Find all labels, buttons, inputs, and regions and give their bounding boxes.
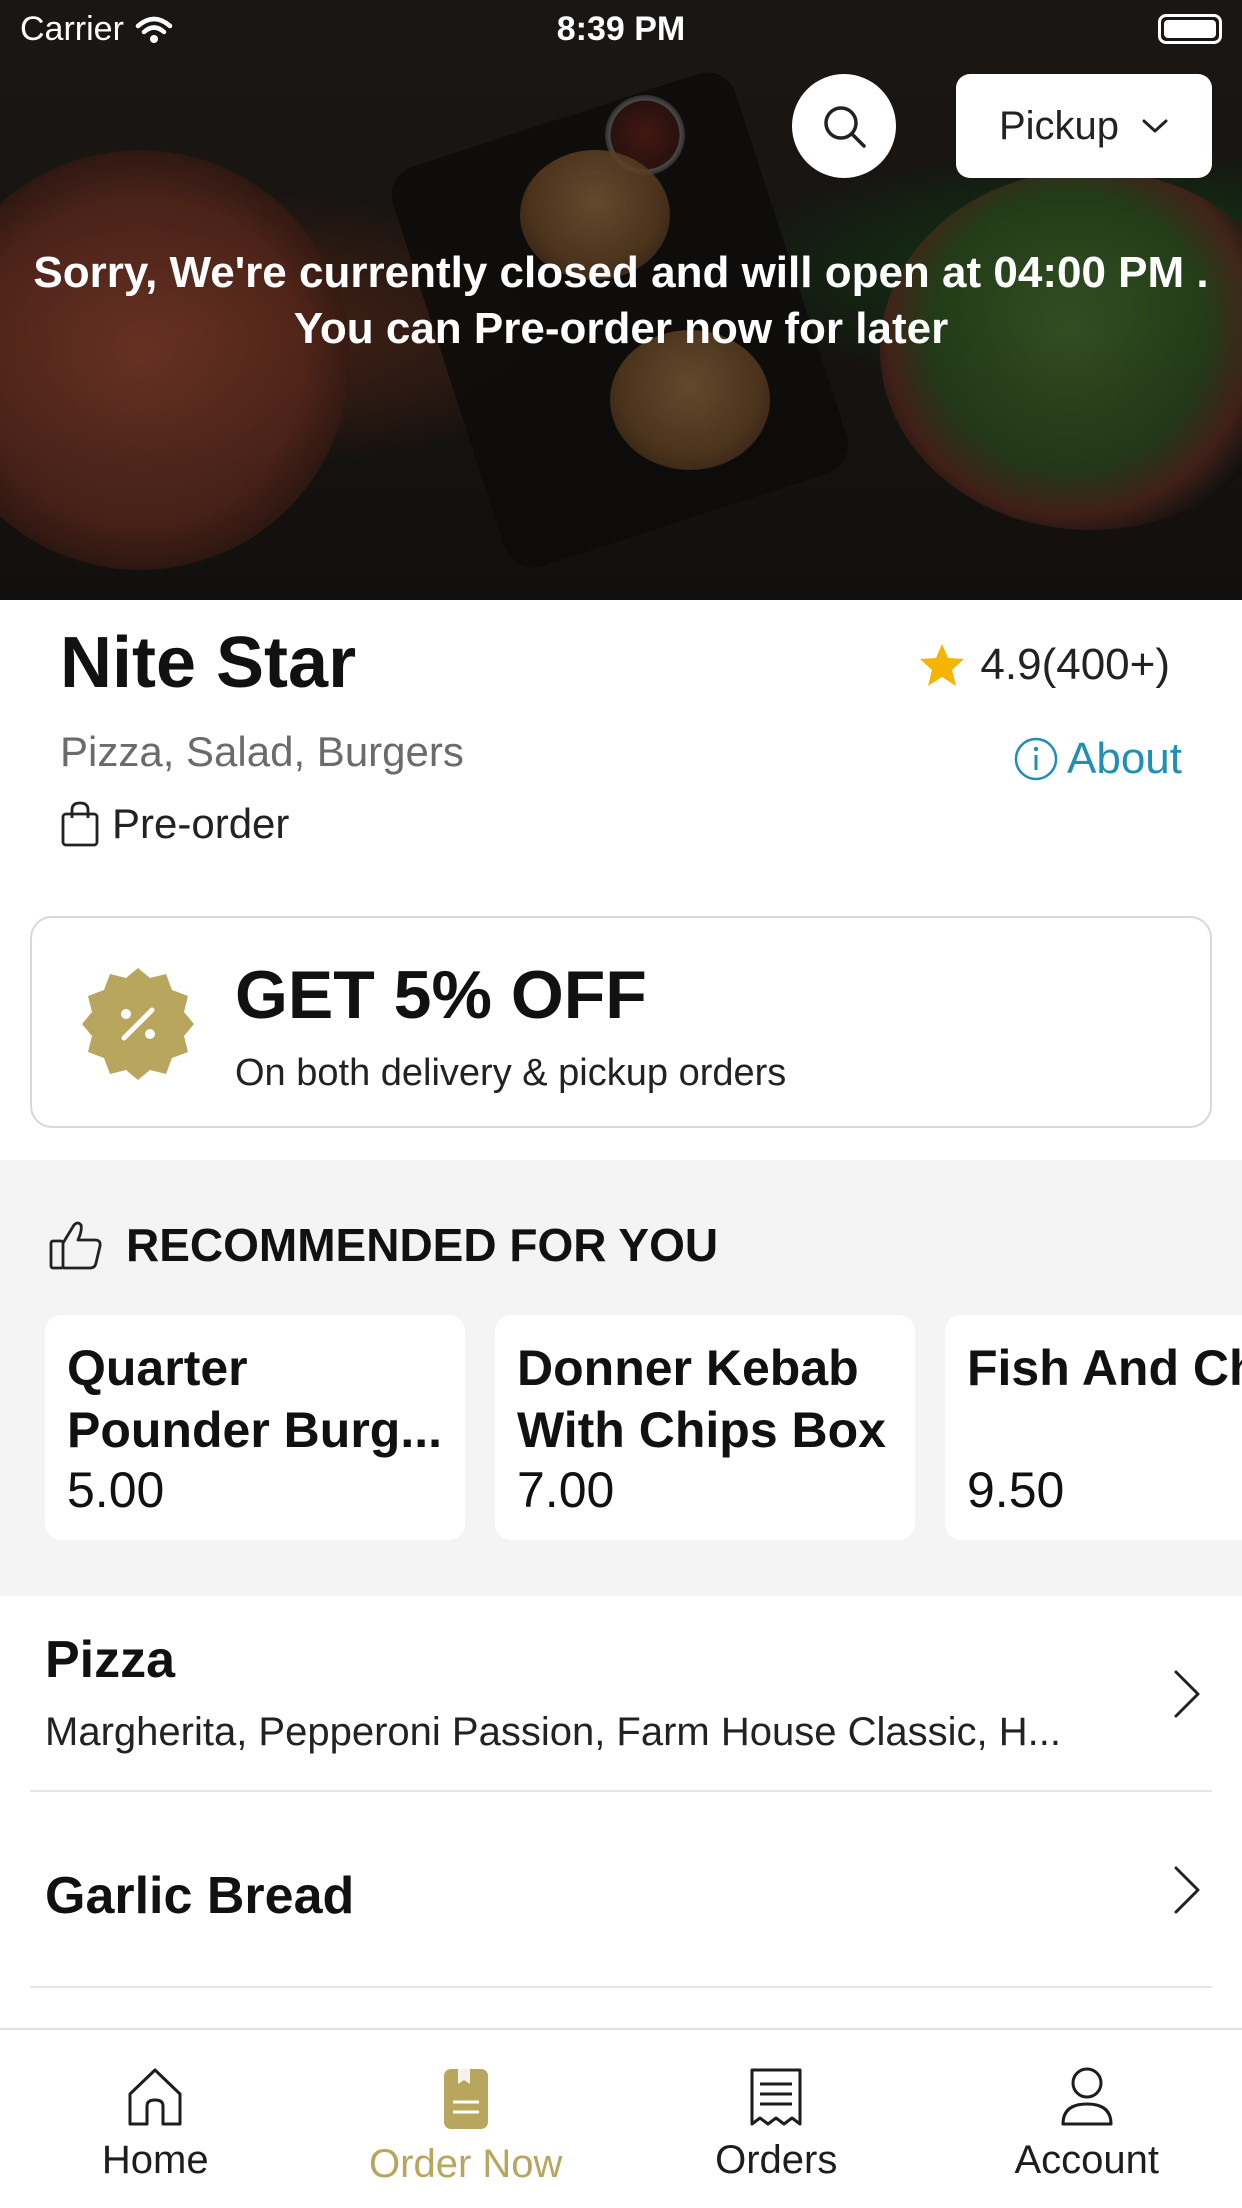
info-icon <box>1014 737 1058 781</box>
status-bar: Carrier 8:39 PM <box>0 0 1242 60</box>
about-label: About <box>1067 734 1182 783</box>
order-mode-label: Pickup <box>998 103 1120 148</box>
closed-message-line1: Sorry, We're currently closed and will o… <box>33 248 1209 297</box>
category-row-garlic-bread[interactable]: Garlic Bread <box>0 1792 1242 1988</box>
rating-value: 4.9(400+) <box>980 640 1170 689</box>
item-price: 5.00 <box>67 1462 165 1518</box>
search-icon <box>824 106 866 148</box>
order-mode-dropdown[interactable]: Pickup <box>956 74 1212 178</box>
chevron-right-icon <box>1174 1670 1200 1718</box>
chevron-down-icon <box>1142 119 1168 133</box>
star-icon <box>920 644 965 686</box>
restaurant-name: Nite Star <box>60 623 357 703</box>
home-icon <box>128 2068 182 2126</box>
tab-label: Order Now <box>369 2142 563 2186</box>
item-name: Quarter Pounder Burg... <box>67 1340 442 1458</box>
cuisines: Pizza, Salad, Burgers <box>60 728 464 775</box>
category-items: Margherita, Pepperoni Passion, Farm Hous… <box>45 1710 1061 1754</box>
battery-icon <box>1158 14 1222 44</box>
recommended-item-card[interactable]: Fish And Chips 9.50 <box>945 1315 1242 1540</box>
offer-title: GET 5% OFF <box>235 957 647 1033</box>
tab-account[interactable]: Account <box>932 2030 1242 2208</box>
category-title: Pizza <box>45 1631 176 1689</box>
closed-message-line2: You can Pre-order now for later <box>293 304 949 353</box>
offer-subtitle: On both delivery & pickup orders <box>235 1052 787 1094</box>
shopping-bag-icon <box>61 801 99 847</box>
item-name: Fish And Chips <box>967 1340 1242 1396</box>
item-price: 9.50 <box>967 1462 1065 1518</box>
tab-orders[interactable]: Orders <box>621 2030 932 2208</box>
recommended-item-card[interactable]: Quarter Pounder Burg... 5.00 <box>45 1315 465 1540</box>
recommended-header: RECOMMENDED FOR YOU <box>48 1218 718 1272</box>
recommended-section: RECOMMENDED FOR YOU Quarter Pounder Burg… <box>0 1160 1242 1596</box>
tab-bar: Home Order Now Orders Account <box>0 2028 1242 2208</box>
preorder-label: Pre-order <box>112 800 290 847</box>
preorder-indicator: Pre-order <box>60 800 289 848</box>
category-row-pizza[interactable]: Pizza Margherita, Pepperoni Passion, Far… <box>0 1596 1242 1792</box>
hero-banner: Carrier 8:39 PM Pickup Sorry, We're curr… <box>0 0 1242 600</box>
category-title: Garlic Bread <box>45 1867 355 1925</box>
recommended-carousel[interactable]: Quarter Pounder Burg... 5.00 Donner Keba… <box>45 1315 1242 1540</box>
tab-label: Orders <box>715 2138 838 2182</box>
chevron-right-icon <box>1174 1866 1200 1914</box>
tab-label: Home <box>101 2138 209 2182</box>
tab-label: Account <box>1014 2138 1160 2182</box>
receipt-icon <box>750 2068 802 2126</box>
item-price: 7.00 <box>517 1462 615 1518</box>
recommended-heading: RECOMMENDED FOR YOU <box>126 1219 719 1271</box>
discount-badge-icon <box>82 968 194 1080</box>
tab-order-now[interactable]: Order Now <box>311 2030 622 2208</box>
item-name: Donner Kebab With Chips Box <box>517 1340 886 1458</box>
thumbs-up-icon <box>49 1221 102 1270</box>
search-button[interactable] <box>792 74 896 178</box>
closed-message: Sorry, We're currently closed and will o… <box>20 245 1222 357</box>
status-time: 8:39 PM <box>556 10 686 48</box>
about-link[interactable]: About <box>1013 734 1182 784</box>
recommended-item-card[interactable]: Donner Kebab With Chips Box 7.00 <box>495 1315 915 1540</box>
divider <box>30 1986 1212 1988</box>
offer-card[interactable]: GET 5% OFF On both delivery & pickup ord… <box>30 916 1212 1128</box>
order-icon <box>443 2069 488 2129</box>
rating: 4.9(400+) <box>918 640 1170 690</box>
tab-home[interactable]: Home <box>0 2030 311 2208</box>
user-icon <box>1061 2067 1113 2126</box>
